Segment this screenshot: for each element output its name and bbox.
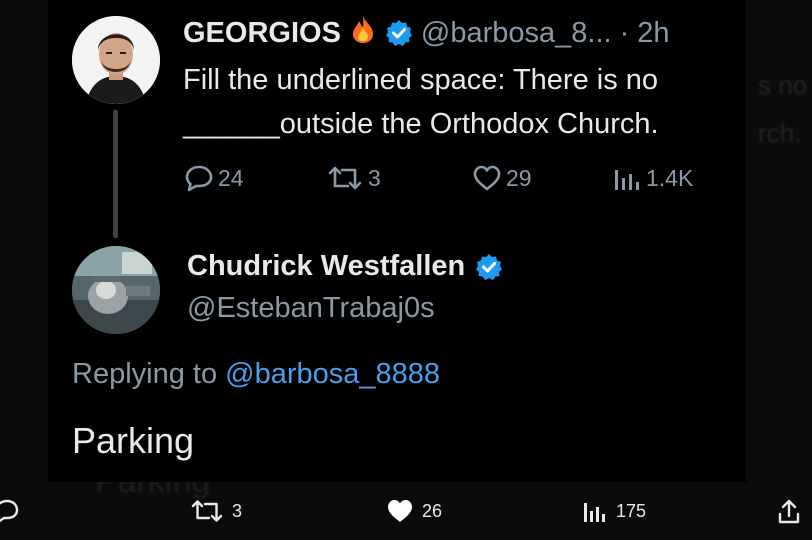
avatar-georgios[interactable]	[72, 16, 160, 104]
reply-text: Parking	[72, 420, 195, 461]
reply-button[interactable]	[0, 498, 26, 524]
avatar-photo-icon	[72, 246, 160, 334]
like-button[interactable]: 29	[472, 164, 532, 192]
reply-count: 24	[218, 164, 244, 191]
user-handle[interactable]: @barbosa_8...	[421, 17, 612, 50]
views-button[interactable]: 175	[582, 498, 646, 524]
views-chart-icon	[615, 170, 639, 190]
retweet-button[interactable]: 3	[326, 164, 381, 192]
views-button[interactable]: 1.4K	[612, 164, 693, 192]
retweet-count: 3	[232, 500, 243, 521]
tweet-actions: 24 3 29 1.4K	[0, 164, 812, 198]
fire-icon	[349, 14, 377, 52]
heart-filled-icon	[388, 500, 412, 522]
share-icon	[778, 499, 800, 524]
verified-badge-icon	[385, 19, 413, 47]
retweet-button[interactable]: 3	[190, 498, 242, 524]
view-count: 175	[616, 500, 647, 521]
tweet-header: GEORGIOS @barbosa_8... · 2h	[183, 14, 670, 52]
verified-badge-icon	[475, 253, 503, 281]
heart-icon	[473, 165, 501, 191]
view-count: 1.4K	[646, 164, 694, 191]
tweet-text: Fill the underlined space: There is no _…	[183, 58, 743, 146]
retweet-icon	[328, 166, 362, 190]
like-count: 29	[506, 164, 532, 191]
like-button[interactable]: 26	[386, 498, 442, 524]
retweet-icon	[191, 500, 223, 522]
share-button[interactable]	[776, 498, 802, 526]
tweet-text-line: Fill the underlined space: There is no	[183, 64, 659, 96]
views-chart-icon	[584, 503, 605, 522]
reply-author: Chudrick Westfallen	[187, 250, 503, 283]
mention-link[interactable]: @barbosa_8888	[225, 358, 440, 390]
background-text: rch.	[758, 118, 802, 148]
like-count: 26	[422, 500, 443, 521]
user-handle[interactable]: @EstebanTrabaj0s	[187, 292, 435, 325]
replying-to-label: Replying to	[72, 358, 218, 390]
reply-button[interactable]: 24	[184, 164, 244, 192]
avatar-chudrick[interactable]	[72, 246, 160, 334]
bottom-action-bar: 3 26 175	[0, 490, 812, 534]
timestamp[interactable]: · 2h	[620, 17, 670, 50]
background-text: s no	[758, 70, 808, 100]
tweet-text-line: ______outside the Orthodox Church.	[183, 108, 659, 140]
replying-to-line: Replying to @barbosa_8888	[72, 358, 440, 391]
avatar-photo-icon	[72, 16, 160, 104]
retweet-count: 3	[368, 164, 381, 191]
reply-icon	[185, 165, 213, 192]
display-name[interactable]: GEORGIOS	[183, 17, 341, 50]
reply-icon	[0, 499, 19, 523]
display-name[interactable]: Chudrick Westfallen	[187, 250, 465, 283]
